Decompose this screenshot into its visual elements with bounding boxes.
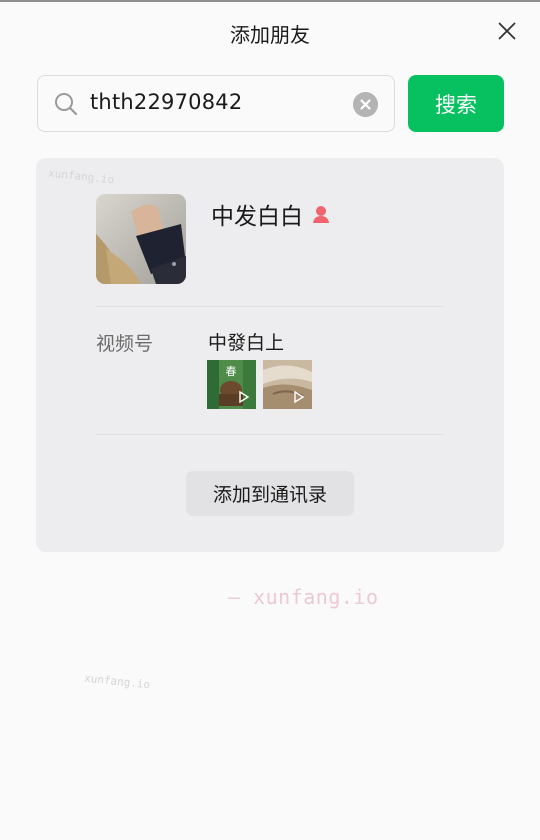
search-button[interactable]: 搜索 — [408, 75, 504, 132]
search-input[interactable]: thth22970842 — [37, 75, 395, 132]
thumbnail-caption: 春 — [226, 365, 237, 378]
watermark: xunfang.io — [83, 671, 151, 692]
channels-thumbnail[interactable]: 春 — [207, 360, 256, 409]
channels-label: 视频号 — [96, 333, 154, 355]
contact-nickname: 中发白白 — [211, 197, 331, 231]
channels-name[interactable]: 中發白上 — [208, 328, 284, 355]
channels-thumbnail[interactable] — [263, 360, 312, 409]
watermark: — xunfang.io — [228, 585, 379, 609]
watermark: xunfang.io — [47, 166, 115, 187]
add-to-contacts-button[interactable]: 添加到通讯录 — [186, 471, 354, 516]
avatar[interactable] — [96, 194, 186, 284]
page-title: 添加朋友 — [230, 23, 310, 47]
divider — [96, 434, 444, 435]
female-icon — [313, 206, 329, 223]
nickname-text: 中发白白 — [211, 204, 303, 230]
search-result-card: 中发白白 视频号 中發白上 春 添加到通讯录 xunfang.io — [36, 158, 504, 552]
search-icon — [55, 93, 78, 116]
clear-search-icon[interactable] — [353, 92, 378, 117]
window-top-border — [0, 0, 540, 2]
close-icon[interactable] — [496, 20, 518, 42]
search-query-text[interactable]: thth22970842 — [90, 90, 242, 114]
divider — [96, 306, 444, 307]
